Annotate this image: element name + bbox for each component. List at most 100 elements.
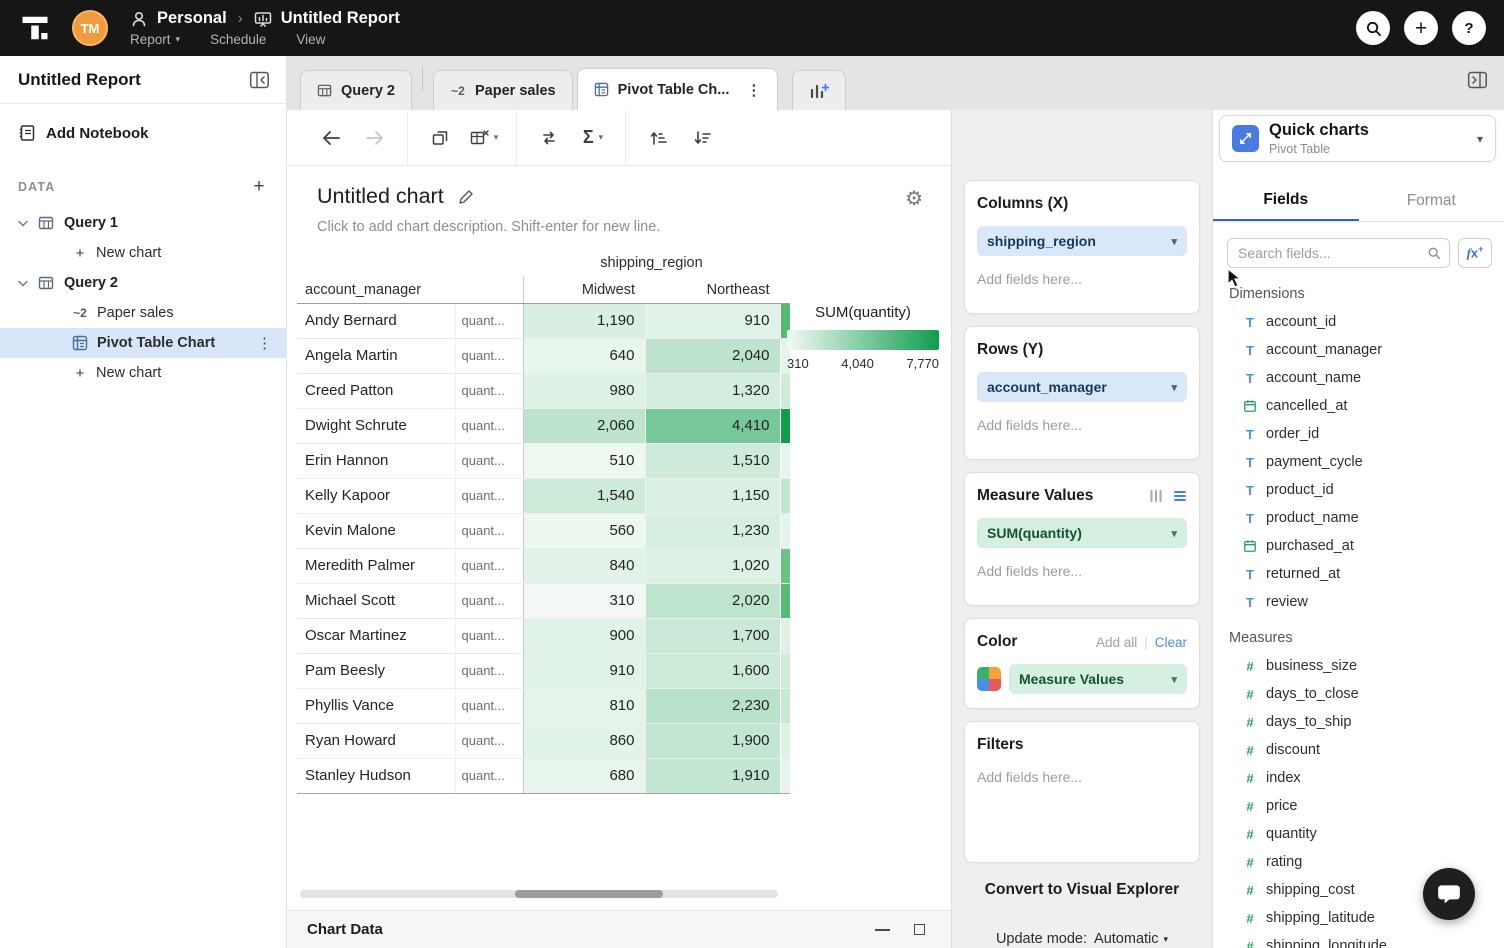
tab-menu-button[interactable]: ⋮ (746, 81, 761, 99)
add-calculated-field-button[interactable]: fx+ (1458, 238, 1492, 268)
horizontal-scrollbar[interactable] (300, 890, 778, 898)
update-mode-select[interactable]: Automatic ▾ (1094, 931, 1168, 947)
dimension-field-order_id[interactable]: Torder_id (1213, 420, 1504, 448)
row-label[interactable]: Oscar Martinez (297, 618, 455, 653)
dimension-field-product_id[interactable]: Tproduct_id (1213, 476, 1504, 504)
quick-charts-selector[interactable]: Quick charts Pivot Table ▾ (1219, 115, 1496, 162)
measure-field-price[interactable]: #price (1213, 792, 1504, 820)
list-layout-icon[interactable] (1173, 489, 1187, 503)
heatmap-cell[interactable]: 1,540 (523, 478, 645, 513)
remove-table-button[interactable]: ▾ (462, 120, 506, 156)
columns-drop-target[interactable]: Add fields here... (977, 271, 1187, 287)
app-logo[interactable] (14, 7, 56, 49)
filters-drop-target[interactable]: Add fields here... (977, 769, 1187, 785)
columns-layout-icon[interactable] (1149, 489, 1163, 503)
tab-fields[interactable]: Fields (1213, 180, 1359, 221)
sidebar-item-query-2[interactable]: Query 2 (0, 268, 286, 298)
new-chart-tab-button[interactable] (792, 70, 846, 110)
dimension-field-cancelled_at[interactable]: cancelled_at (1213, 392, 1504, 420)
add-notebook-button[interactable]: Add Notebook (0, 104, 286, 148)
heatmap-cell[interactable]: 1,230 (645, 513, 780, 548)
dimension-field-account_id[interactable]: Taccount_id (1213, 308, 1504, 336)
transpose-button[interactable] (527, 120, 571, 156)
user-avatar[interactable]: TM (72, 10, 108, 46)
row-label[interactable]: Andy Bernard (297, 303, 455, 338)
heatmap-cell[interactable]: 2,040 (645, 338, 780, 373)
heatmap-cell[interactable]: 640 (523, 338, 645, 373)
color-swatch-icon[interactable] (977, 667, 1001, 691)
column-header[interactable]: Northeast (645, 277, 780, 303)
heatmap-cell[interactable]: 560 (523, 513, 645, 548)
sidebar-item-paper-sales[interactable]: ~2 Paper sales (0, 298, 286, 328)
dimension-field-payment_cycle[interactable]: Tpayment_cycle (1213, 448, 1504, 476)
measure-field-days_to_close[interactable]: #days_to_close (1213, 680, 1504, 708)
heatmap-cell[interactable]: 1,600 (645, 653, 780, 688)
heatmap-cell[interactable]: 4,410 (645, 408, 780, 443)
row-label[interactable]: Phyllis Vance (297, 688, 455, 723)
measure-field-pill[interactable]: SUM(quantity) ▾ (977, 518, 1187, 548)
dimension-field-review[interactable]: Treview (1213, 588, 1504, 616)
sort-descending-button[interactable] (680, 120, 724, 156)
heatmap-cell[interactable]: 900 (523, 618, 645, 653)
row-label[interactable]: Michael Scott (297, 583, 455, 618)
row-label[interactable]: Ryan Howard (297, 723, 455, 758)
row-label[interactable]: Dwight Schrute (297, 408, 455, 443)
menu-report[interactable]: Report▾ (130, 32, 180, 47)
search-fields-input[interactable] (1238, 245, 1427, 261)
chart-data-label[interactable]: Chart Data (307, 921, 383, 938)
heatmap-cell[interactable]: 810 (523, 688, 645, 723)
chart-description-placeholder[interactable]: Click to add chart description. Shift-en… (317, 219, 951, 235)
row-label[interactable]: Pam Beesly (297, 653, 455, 688)
add-data-button[interactable]: + (246, 174, 272, 200)
heatmap-cell[interactable]: 2,060 (523, 408, 645, 443)
heatmap-cell[interactable]: 1,150 (645, 478, 780, 513)
row-label[interactable]: Meredith Palmer (297, 548, 455, 583)
measure-field-index[interactable]: #index (1213, 764, 1504, 792)
sort-ascending-button[interactable] (636, 120, 680, 156)
dimension-field-account_name[interactable]: Taccount_name (1213, 364, 1504, 392)
sidebar-item-query-1[interactable]: Query 1 (0, 208, 286, 238)
menu-view[interactable]: View (296, 32, 325, 47)
sidebar-new-chart-query1-button[interactable]: + New chart (0, 238, 286, 268)
heatmap-cell[interactable]: 2,230 (645, 688, 780, 723)
redo-button[interactable] (353, 120, 397, 156)
measure-field-shipping_longitude[interactable]: #shipping_longitude (1213, 932, 1504, 948)
add-all-link[interactable]: Add all (1096, 635, 1137, 650)
aggregate-button[interactable]: Σ ▾ (571, 120, 615, 156)
heatmap-cell[interactable]: 1,510 (645, 443, 780, 478)
row-label[interactable]: Kelly Kapoor (297, 478, 455, 513)
tab-paper-sales[interactable]: ~2 Paper sales (433, 70, 573, 110)
row-label[interactable]: Kevin Malone (297, 513, 455, 548)
edit-title-icon[interactable] (458, 189, 474, 205)
dimension-field-product_name[interactable]: Tproduct_name (1213, 504, 1504, 532)
clear-link[interactable]: Clear (1155, 635, 1187, 650)
menu-schedule[interactable]: Schedule (210, 32, 266, 47)
report-title[interactable]: Untitled Report (281, 9, 400, 28)
undo-button[interactable] (309, 120, 353, 156)
heatmap-cell[interactable]: 1,190 (523, 303, 645, 338)
heatmap-cell[interactable]: 1,320 (645, 373, 780, 408)
chart-settings-icon[interactable]: ⚙ (905, 186, 923, 211)
sidebar-item-pivot-table-chart[interactable]: Pivot Table Chart ⋮ (0, 328, 286, 358)
column-header[interactable]: Midwest (523, 277, 645, 303)
heatmap-cell[interactable]: 1,020 (645, 548, 780, 583)
dimension-field-account_manager[interactable]: Taccount_manager (1213, 336, 1504, 364)
collapse-sidebar-button[interactable] (246, 67, 272, 93)
help-button[interactable]: ? (1452, 11, 1486, 45)
rows-drop-target[interactable]: Add fields here... (977, 417, 1187, 433)
rows-field-pill[interactable]: account_manager ▾ (977, 372, 1187, 402)
heatmap-cell[interactable]: 680 (523, 758, 645, 793)
heatmap-cell[interactable]: 310 (523, 583, 645, 618)
heatmap-cell[interactable]: 1,900 (645, 723, 780, 758)
measure-drop-target[interactable]: Add fields here... (977, 563, 1187, 579)
heatmap-cell[interactable]: 910 (645, 303, 780, 338)
tab-pivot-table-chart[interactable]: Pivot Table Ch... ⋮ (577, 68, 779, 110)
convert-to-visual-explorer-button[interactable]: Convert to Visual Explorer (964, 875, 1200, 905)
heatmap-cell[interactable]: 2,020 (645, 583, 780, 618)
search-button[interactable] (1356, 11, 1390, 45)
color-field-pill[interactable]: Measure Values ▾ (1009, 664, 1187, 694)
item-menu-button[interactable]: ⋮ (257, 334, 272, 352)
heatmap-cell[interactable]: 860 (523, 723, 645, 758)
measure-field-business_size[interactable]: #business_size (1213, 652, 1504, 680)
row-label[interactable]: Angela Martin (297, 338, 455, 373)
